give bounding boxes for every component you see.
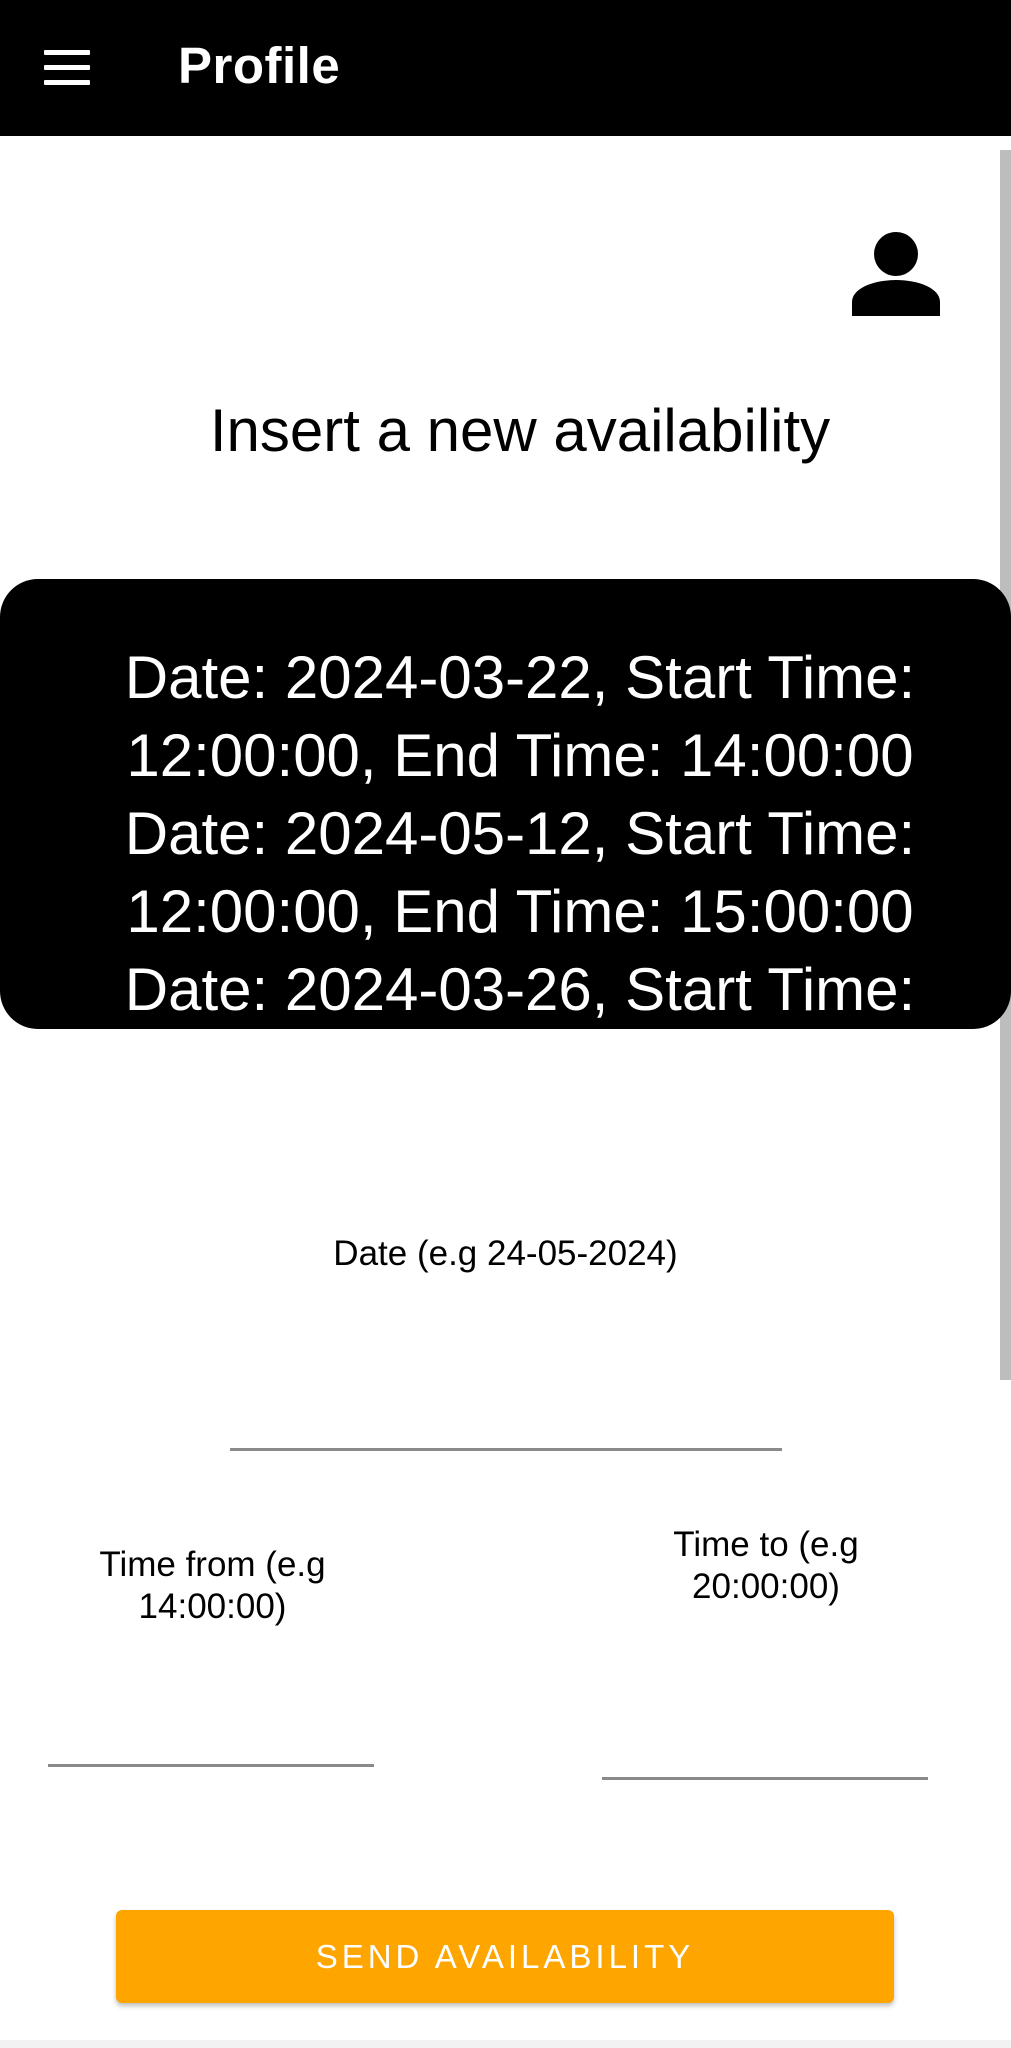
profile-screen: Profile Insert a new availability Date: … (0, 0, 1011, 2048)
page-heading: Insert a new availability (209, 397, 831, 464)
app-title: Profile (178, 37, 341, 94)
date-label: Date (e.g 24-05-2024) (333, 1234, 678, 1273)
time-from-label: Time from (e.g 14:00:00) (99, 1545, 326, 1626)
person-icon[interactable] (852, 232, 940, 316)
availability-list[interactable]: Date: 2024-03-22, Start Time: 12:00:00, … (0, 579, 1011, 1029)
time-from-input[interactable] (48, 1716, 374, 1767)
app-bar: Profile (0, 0, 1011, 136)
availability-list-text: Date: 2024-03-22, Start Time: 12:00:00, … (124, 644, 916, 1023)
bottom-divider (0, 2040, 1011, 2048)
time-to-label: Time to (e.g 20:00:00) (673, 1525, 859, 1606)
hamburger-menu-icon[interactable] (44, 50, 92, 86)
date-input[interactable] (230, 1400, 782, 1451)
time-to-input[interactable] (602, 1729, 928, 1780)
send-availability-button[interactable]: SEND AVAILABILITY (116, 1910, 894, 2003)
